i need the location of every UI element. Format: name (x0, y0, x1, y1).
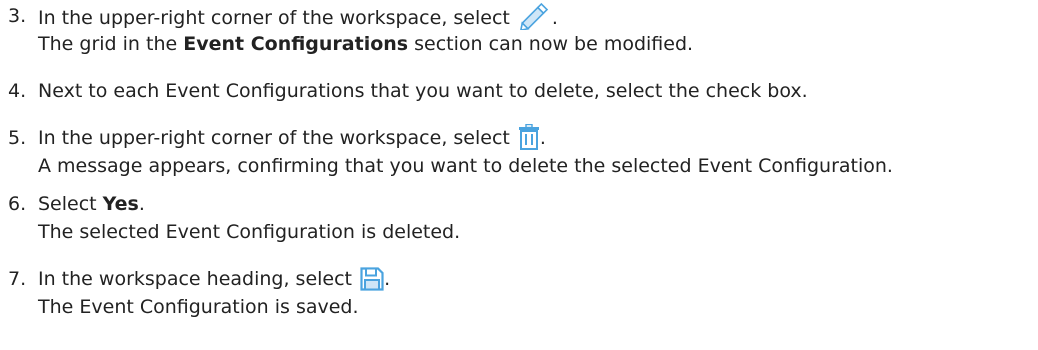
step-5-instruction: 5. In the upper-right corner of the work… (8, 124, 1032, 152)
step-number: 6. (8, 193, 27, 215)
step-6-instruction: 6. Select Yes. (8, 190, 1032, 218)
section-name: Event Configurations (183, 33, 409, 55)
pencil-icon (518, 2, 552, 30)
step-4: 4. Next to each Event Configurations tha… (8, 77, 1032, 105)
step-text: In the upper-right corner of the workspa… (38, 124, 546, 152)
trash-icon (518, 124, 540, 150)
step-3: 3. In the upper-right corner of the work… (8, 2, 1032, 58)
step-7: 7. In the workspace heading, select . Th… (8, 265, 1032, 321)
step-5-result: A message appears, confirming that you w… (38, 155, 893, 177)
step-5: 5. In the upper-right corner of the work… (8, 124, 1032, 180)
step-text: In the upper-right corner of the workspa… (38, 2, 558, 32)
step-6: 6. Select Yes. The selected Event Config… (8, 190, 1032, 246)
step-3-result: The grid in the Event Configurations sec… (38, 33, 694, 55)
step-text: Next to each Event Configurations that y… (38, 80, 808, 102)
step-6-result: The selected Event Configuration is dele… (38, 221, 461, 243)
save-icon (360, 267, 384, 291)
step-text: Select Yes. (38, 193, 145, 215)
yes-option: Yes (102, 193, 139, 215)
step-7-result: The Event Configuration is saved. (38, 296, 359, 318)
step-number: 5. (8, 127, 27, 149)
step-number: 3. (8, 5, 27, 27)
step-7-instruction: 7. In the workspace heading, select . (8, 265, 1032, 293)
step-4-instruction: 4. Next to each Event Configurations tha… (8, 77, 1032, 105)
step-text: In the workspace heading, select . (38, 267, 391, 291)
step-number: 7. (8, 268, 27, 290)
step-3-instruction: 3. In the upper-right corner of the work… (8, 2, 1032, 30)
step-number: 4. (8, 80, 27, 102)
